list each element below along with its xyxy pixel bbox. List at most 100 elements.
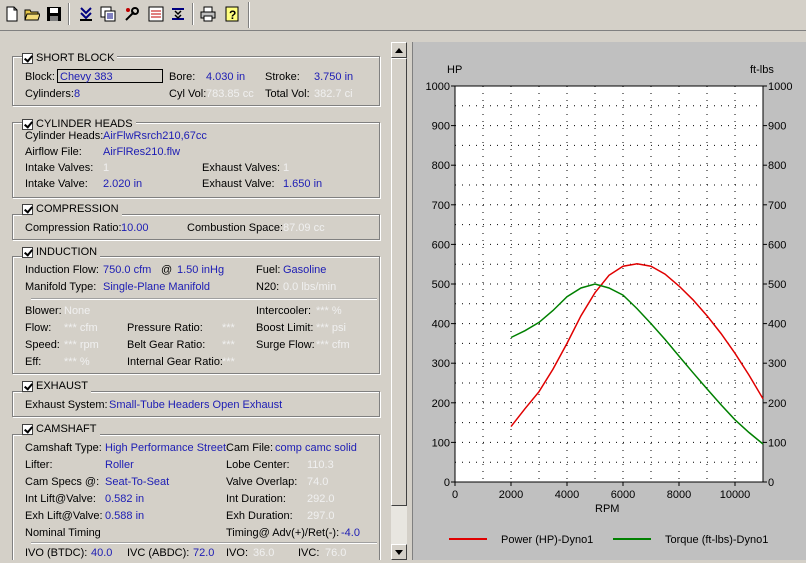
compression-title: COMPRESSION — [36, 203, 119, 215]
stroke-value[interactable]: 3.750 in — [314, 71, 353, 83]
induction-flow-value[interactable]: 750.0 cfm — [103, 264, 151, 276]
vertical-scrollbar[interactable] — [391, 42, 407, 560]
x-tick-label: 0 — [452, 489, 458, 501]
airflow-label: Airflow File: — [25, 146, 82, 158]
induction-title: INDUCTION — [36, 246, 98, 258]
induction-checkbox[interactable] — [22, 246, 33, 258]
y-tick-label-left: 500 — [432, 279, 450, 291]
cylinder-heads-title: CYLINDER HEADS — [36, 118, 133, 130]
exhaust-system-value[interactable]: Small-Tube Headers Open Exhaust — [109, 399, 282, 411]
stroke-label: Stroke: — [265, 71, 300, 83]
block-field[interactable]: Chevy 383 — [57, 69, 163, 83]
blower-flow-label: Flow: — [25, 322, 52, 334]
import-icon[interactable] — [76, 4, 96, 24]
y-tick-label-right: 0 — [768, 477, 774, 489]
intake-valve-label: Intake Valve: — [25, 178, 88, 190]
blower-value: None — [64, 305, 91, 317]
toolbar: ? — [0, 0, 806, 31]
y-tick-label-left: 100 — [432, 437, 450, 449]
x-tick-label: 8000 — [667, 489, 691, 501]
exhaust-header: EXHAUST — [22, 379, 91, 393]
compression-checkbox[interactable] — [22, 203, 33, 215]
new-icon[interactable] — [2, 4, 22, 24]
legend-torque-label: Torque (ft-lbs)-Dyno1 — [665, 534, 768, 546]
y-tick-label-left: 1000 — [426, 81, 450, 93]
cylinders-value[interactable]: 8 — [74, 88, 80, 100]
induction-header: INDUCTION — [22, 245, 101, 259]
ivc-label: IVC: — [298, 547, 320, 559]
lobe-center-label: Lobe Center: — [226, 459, 290, 471]
results-icon[interactable] — [168, 4, 188, 24]
y-tick-label-right: 700 — [768, 200, 786, 212]
bore-label: Bore: — [169, 71, 196, 83]
short-block-title: SHORT BLOCK — [36, 52, 115, 64]
induction-panel: Induction Flow: 750.0 cfm @ 1.50 inHg Fu… — [12, 256, 380, 374]
y-tick-label-right: 600 — [768, 239, 786, 251]
exhaust-checkbox[interactable] — [22, 380, 33, 392]
bore-value[interactable]: 4.030 in — [206, 71, 245, 83]
ivc-abdc-value[interactable]: 72.0 — [193, 547, 214, 559]
boost-limit-label: Boost Limit: — [256, 322, 314, 334]
manifold-label: Manifold Type: — [25, 281, 97, 293]
timing-advret-value[interactable]: -4.0 — [341, 527, 360, 539]
compare-icon[interactable] — [146, 4, 166, 24]
exhaust-valve-value[interactable]: 1.650 in — [283, 178, 322, 190]
cylinder-heads-checkbox[interactable] — [22, 118, 33, 130]
y-axis-left-label: HP — [447, 64, 462, 76]
short-block-checkbox[interactable] — [22, 52, 33, 64]
y-tick-label-left: 0 — [444, 477, 450, 489]
copy-icon[interactable] — [98, 4, 118, 24]
cylvol-label: Cyl Vol: — [169, 88, 207, 100]
compression-ratio-label: Compression Ratio: — [25, 222, 122, 234]
exhaust-valves-value: 1 — [283, 162, 290, 174]
exh-lift-value[interactable]: 0.588 in — [105, 510, 144, 522]
fuel-value[interactable]: Gasoline — [283, 264, 326, 276]
tools-icon[interactable] — [122, 4, 142, 24]
print-icon[interactable] — [198, 4, 218, 24]
compression-ratio-value[interactable]: 10.00 — [121, 222, 149, 234]
x-tick-label: 2000 — [499, 489, 523, 501]
lifter-value[interactable]: Roller — [105, 459, 134, 471]
cam-specs-value[interactable]: Seat-To-Seat — [105, 476, 169, 488]
airflow-value[interactable]: AirFlRes210.flw — [103, 146, 180, 158]
exhaust-title: EXHAUST — [36, 380, 88, 392]
lobe-center-value: 110.3 — [307, 459, 334, 471]
internal-gear-value: *** — [222, 356, 235, 368]
camshaft-divider — [31, 542, 377, 544]
combustion-space-value: 87.09 cc — [283, 222, 325, 234]
belt-gear-label: Belt Gear Ratio: — [127, 339, 206, 351]
ivo-btdc-value[interactable]: 40.0 — [91, 547, 112, 559]
scroll-up-button[interactable] — [391, 42, 407, 58]
induction-pressure-value[interactable]: 1.50 inHg — [177, 264, 224, 276]
manifold-value[interactable]: Single-Plane Manifold — [103, 281, 210, 293]
open-icon[interactable] — [22, 4, 42, 24]
cylinder-heads-panel: Cylinder Heads: AirFlwRsrch210,67cc Airf… — [12, 122, 380, 198]
int-duration-value: 292.0 — [307, 493, 335, 505]
save-icon[interactable] — [44, 4, 64, 24]
y-axis-right-label: ft-lbs — [750, 64, 774, 76]
lifter-label: Lifter: — [25, 459, 53, 471]
ivc-abdc-label: IVC (ABDC): — [127, 547, 190, 559]
y-tick-label-left: 700 — [432, 200, 450, 212]
exh-duration-label: Exh Duration: — [226, 510, 293, 522]
cam-type-label: Camshaft Type: — [25, 442, 102, 454]
combustion-space-label: Combustion Space: — [187, 222, 283, 234]
int-lift-value[interactable]: 0.582 in — [105, 493, 144, 505]
intake-valve-value[interactable]: 2.020 in — [103, 178, 142, 190]
help-icon[interactable]: ? — [222, 4, 242, 24]
totalvol-value: 382.7 ci — [314, 88, 353, 100]
scroll-thumb[interactable] — [391, 58, 407, 506]
cam-file-value[interactable]: comp camc solid — [275, 442, 357, 454]
y-tick-label-left: 600 — [432, 239, 450, 251]
y-tick-label-right: 900 — [768, 121, 786, 133]
cam-type-value[interactable]: High Performance Street — [105, 442, 226, 454]
speed-label: Speed: — [25, 339, 60, 351]
heads-value[interactable]: AirFlwRsrch210,67cc — [103, 130, 207, 142]
exh-lift-label: Exh Lift@Valve: — [25, 510, 103, 522]
camshaft-checkbox[interactable] — [22, 423, 33, 435]
scroll-down-button[interactable] — [391, 544, 407, 560]
y-tick-label-right: 100 — [768, 437, 786, 449]
y-tick-label-right: 1000 — [768, 81, 792, 93]
intercooler-label: Intercooler: — [256, 305, 312, 317]
at-label: @ — [161, 264, 173, 276]
